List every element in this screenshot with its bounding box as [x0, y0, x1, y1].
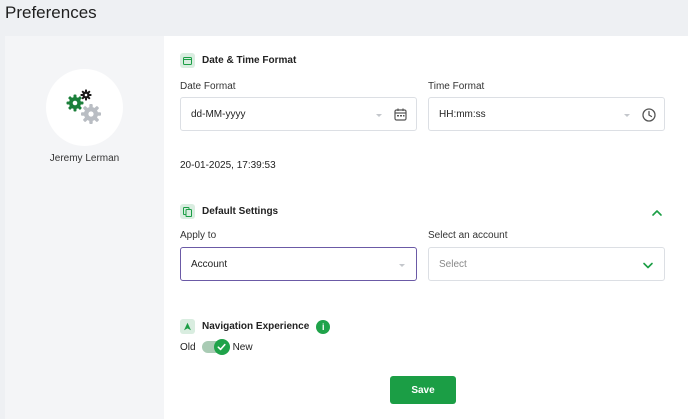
- navigation-section-header: Navigation Experience i: [180, 319, 331, 334]
- dropdown-caret-icon: [376, 114, 382, 117]
- time-format-select[interactable]: HH:mm:ss: [428, 97, 665, 131]
- info-icon[interactable]: i: [316, 319, 331, 334]
- save-button[interactable]: Save: [390, 376, 456, 404]
- navigation-toggle-row: Old New: [180, 339, 253, 355]
- chevron-up-icon[interactable]: [651, 208, 663, 218]
- avatar: [46, 69, 123, 146]
- date-format-label: Date Format: [180, 81, 236, 92]
- check-icon: [217, 343, 226, 351]
- preferences-panel: Date & Time Format Date Format dd-MM-yyy…: [164, 36, 688, 419]
- apply-to-value: Account: [191, 258, 228, 270]
- navigation-toggle[interactable]: [201, 339, 230, 355]
- gears-icon: [66, 89, 101, 124]
- clock-icon[interactable]: [642, 108, 656, 122]
- toggle-knob: [213, 339, 230, 355]
- date-format-select[interactable]: dd-MM-yyyy: [180, 97, 417, 131]
- select-account-label: Select an account: [428, 230, 508, 241]
- calendar-icon: [180, 53, 195, 68]
- toggle-old-label: Old: [180, 341, 196, 353]
- profile-sidebar: Jeremy Lerman: [5, 36, 164, 419]
- apply-to-select[interactable]: Account: [180, 247, 417, 281]
- default-settings-section-header: Default Settings: [180, 204, 278, 219]
- datetime-preview: 20-01-2025, 17:39:53: [180, 160, 276, 171]
- date-time-section-header: Date & Time Format: [180, 53, 296, 68]
- page-title: Preferences: [5, 3, 97, 22]
- date-time-section-title: Date & Time Format: [202, 55, 297, 66]
- toggle-new-label: New: [232, 341, 253, 353]
- copy-icon: [180, 204, 195, 219]
- chevron-down-icon: [643, 262, 653, 269]
- navigation-arrow-icon: [180, 319, 195, 334]
- apply-to-label: Apply to: [180, 230, 217, 241]
- user-name: Jeremy Lerman: [49, 153, 120, 164]
- date-format-value: dd-MM-yyyy: [191, 108, 246, 120]
- account-select[interactable]: Select: [428, 247, 665, 281]
- time-format-label: Time Format: [428, 81, 485, 92]
- default-settings-section-title: Default Settings: [202, 206, 279, 217]
- calendar-icon[interactable]: [394, 108, 407, 121]
- time-format-value: HH:mm:ss: [439, 108, 486, 120]
- dropdown-caret-icon: [624, 114, 630, 117]
- navigation-section-title: Navigation Experience: [202, 321, 310, 332]
- dropdown-caret-icon: [399, 264, 405, 267]
- account-select-placeholder: Select: [439, 258, 467, 270]
